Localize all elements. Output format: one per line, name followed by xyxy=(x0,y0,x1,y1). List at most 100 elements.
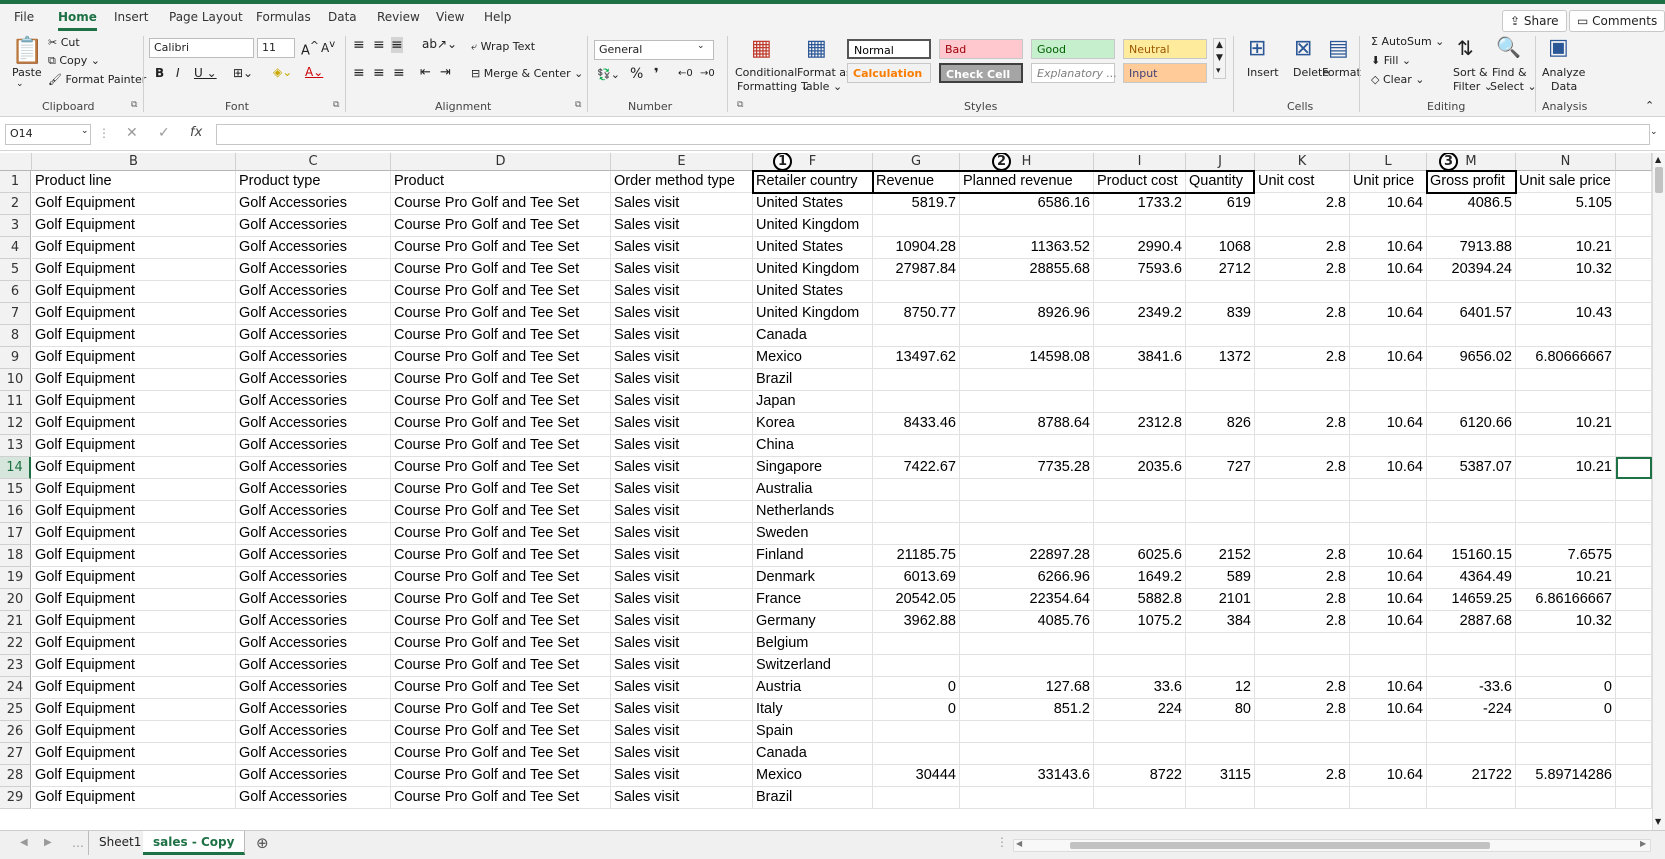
table-cell[interactable]: Sales visit xyxy=(611,215,753,237)
conditional-formatting-button[interactable]: Conditional xyxy=(735,66,797,79)
table-cell[interactable] xyxy=(1255,281,1350,303)
table-cell[interactable]: Course Pro Golf and Tee Set xyxy=(391,589,611,611)
table-cell[interactable] xyxy=(1616,721,1652,743)
table-cell[interactable] xyxy=(1616,237,1652,259)
table-cell[interactable] xyxy=(1255,325,1350,347)
increase-decimal-icon[interactable]: ←0 xyxy=(678,68,693,79)
table-cell[interactable] xyxy=(1516,391,1616,413)
table-cell[interactable]: 80 xyxy=(1186,699,1255,721)
table-cell[interactable] xyxy=(1516,281,1616,303)
table-cell[interactable] xyxy=(1616,501,1652,523)
orientation-icon[interactable]: ab↗⌄ xyxy=(422,37,457,51)
table-cell[interactable] xyxy=(1616,215,1652,237)
table-cell[interactable]: Sales visit xyxy=(611,435,753,457)
row-header[interactable]: 21 xyxy=(0,611,31,633)
table-cell[interactable] xyxy=(873,787,960,809)
table-cell[interactable]: 2990.4 xyxy=(1094,237,1186,259)
table-cell[interactable] xyxy=(1255,655,1350,677)
table-cell[interactable] xyxy=(1094,787,1186,809)
table-cell[interactable]: Sales visit xyxy=(611,655,753,677)
launcher-icon[interactable]: ⧉ xyxy=(333,100,339,110)
table-cell[interactable]: 20542.05 xyxy=(873,589,960,611)
chevron-down-icon[interactable]: ⌄ xyxy=(16,79,24,89)
table-cell[interactable] xyxy=(960,743,1094,765)
table-cell[interactable]: 22354.64 xyxy=(960,589,1094,611)
tab-page-layout[interactable]: Page Layout xyxy=(169,10,243,24)
table-cell[interactable]: Sweden xyxy=(753,523,873,545)
borders-icon[interactable]: ⊞⌄ xyxy=(233,66,253,80)
table-cell[interactable]: Austria xyxy=(753,677,873,699)
column-header[interactable]: N xyxy=(1516,153,1616,171)
row-header[interactable]: 1 xyxy=(0,171,31,193)
table-cell[interactable]: Canada xyxy=(753,325,873,347)
table-cell[interactable]: 4086.5 xyxy=(1427,193,1516,215)
table-cell[interactable]: Course Pro Golf and Tee Set xyxy=(391,369,611,391)
table-cell[interactable]: Course Pro Golf and Tee Set xyxy=(391,567,611,589)
table-cell[interactable] xyxy=(1427,435,1516,457)
table-cell[interactable] xyxy=(1516,479,1616,501)
table-cell[interactable]: Golf Equipment xyxy=(32,325,236,347)
column-header[interactable]: B xyxy=(32,153,236,171)
chevron-down-icon[interactable]: ⌄ xyxy=(697,41,705,51)
table-cell[interactable]: Golf Equipment xyxy=(32,743,236,765)
table-cell[interactable]: Golf Accessories xyxy=(236,699,391,721)
table-cell[interactable]: 10.21 xyxy=(1516,457,1616,479)
table-cell[interactable]: Singapore xyxy=(753,457,873,479)
table-cell[interactable] xyxy=(1186,523,1255,545)
scroll-left-icon[interactable]: ◀ xyxy=(1016,839,1022,848)
table-cell[interactable] xyxy=(1094,655,1186,677)
table-cell[interactable]: Golf Equipment xyxy=(32,589,236,611)
expand-formula-icon[interactable]: ⌄ xyxy=(1650,127,1658,137)
table-cell[interactable]: Sales visit xyxy=(611,347,753,369)
table-cell[interactable] xyxy=(960,435,1094,457)
table-cell[interactable] xyxy=(1094,743,1186,765)
table-cell[interactable]: Golf Equipment xyxy=(32,369,236,391)
style-bad[interactable]: Bad xyxy=(939,39,1023,59)
table-cell[interactable]: 2.8 xyxy=(1255,413,1350,435)
table-cell[interactable] xyxy=(1350,721,1427,743)
table-cell[interactable] xyxy=(1616,303,1652,325)
table-cell[interactable]: France xyxy=(753,589,873,611)
font-color-icon[interactable]: A⌄ xyxy=(305,65,323,79)
table-cell[interactable]: Course Pro Golf and Tee Set xyxy=(391,523,611,545)
table-cell[interactable]: Golf Equipment xyxy=(32,655,236,677)
table-cell[interactable]: United Kingdom xyxy=(753,303,873,325)
table-cell[interactable]: 10.32 xyxy=(1516,259,1616,281)
table-cell[interactable]: Course Pro Golf and Tee Set xyxy=(391,677,611,699)
launcher-icon[interactable]: ⧉ xyxy=(131,100,137,110)
table-cell[interactable]: 6025.6 xyxy=(1094,545,1186,567)
table-cell[interactable]: Course Pro Golf and Tee Set xyxy=(391,325,611,347)
column-header-cell[interactable]: Unit sale price xyxy=(1516,171,1616,193)
table-cell[interactable] xyxy=(1427,787,1516,809)
style-check-cell[interactable]: Check Cell xyxy=(939,63,1023,83)
table-cell[interactable] xyxy=(960,633,1094,655)
table-cell[interactable]: Golf Equipment xyxy=(32,721,236,743)
merge-center-button[interactable]: ⊟ Merge & Center ⌄ xyxy=(471,67,583,80)
table-cell[interactable]: Course Pro Golf and Tee Set xyxy=(391,721,611,743)
table-cell[interactable] xyxy=(1516,501,1616,523)
table-cell[interactable] xyxy=(1516,369,1616,391)
active-cell[interactable] xyxy=(1616,457,1652,479)
find-select-label[interactable]: Select ⌄ xyxy=(1490,80,1537,93)
table-cell[interactable]: Golf Equipment xyxy=(32,237,236,259)
scroll-up-icon[interactable]: ▲ xyxy=(1655,155,1661,164)
table-cell[interactable] xyxy=(1350,655,1427,677)
table-cell[interactable]: 10.64 xyxy=(1350,413,1427,435)
table-cell[interactable] xyxy=(1186,721,1255,743)
sheet-tab-active[interactable]: sales - Copy xyxy=(143,831,246,855)
table-cell[interactable]: 1068 xyxy=(1186,237,1255,259)
style-input[interactable]: Input xyxy=(1123,63,1207,83)
table-cell[interactable] xyxy=(960,215,1094,237)
column-header[interactable]: C xyxy=(236,153,391,171)
table-cell[interactable]: 3115 xyxy=(1186,765,1255,787)
table-cell[interactable]: United Kingdom xyxy=(753,215,873,237)
table-cell[interactable]: 10.64 xyxy=(1350,765,1427,787)
table-cell[interactable] xyxy=(960,501,1094,523)
table-cell[interactable] xyxy=(960,787,1094,809)
table-cell[interactable] xyxy=(1616,193,1652,215)
table-cell[interactable] xyxy=(960,281,1094,303)
clear-button[interactable]: ◇ Clear ⌄ xyxy=(1371,73,1424,86)
table-cell[interactable]: Course Pro Golf and Tee Set xyxy=(391,545,611,567)
table-cell[interactable]: Sales visit xyxy=(611,457,753,479)
table-cell[interactable]: Golf Accessories xyxy=(236,303,391,325)
